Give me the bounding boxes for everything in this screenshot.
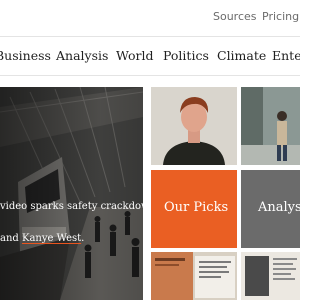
document-story-tile[interactable]	[151, 252, 237, 300]
analysis-label: Analys	[258, 200, 300, 215]
document-collage-image	[151, 252, 237, 300]
hero-headline-line-2[interactable]: and Kanye West.	[0, 233, 84, 244]
our-picks-label: Our Picks	[164, 200, 229, 215]
top-utility-bar: Sources Pricing	[0, 0, 300, 36]
hero-text-suffix: .	[81, 233, 85, 244]
analysis-tile[interactable]: Analys	[241, 170, 300, 248]
our-picks-tile[interactable]: Our Picks	[151, 170, 237, 248]
nav-item-world[interactable]: World	[116, 48, 154, 63]
person-story-tile[interactable]	[151, 87, 237, 165]
nav-item-analysis[interactable]: Analysis	[56, 48, 108, 63]
hero-headline-line-1[interactable]: video sparks safety crackdown	[0, 201, 143, 212]
newspaper-image	[241, 252, 300, 300]
nav-item-climate[interactable]: Climate	[217, 48, 266, 63]
street-story-tile[interactable]	[241, 87, 300, 165]
hero-shade-overlay	[0, 87, 143, 300]
pricing-link[interactable]: Pricing	[262, 10, 299, 23]
kanye-west-link[interactable]: Kanye West	[22, 233, 81, 244]
hero-story[interactable]: video sparks safety crackdown and Kanye …	[0, 87, 143, 300]
street-scene-image	[241, 87, 300, 165]
nav-divider	[0, 75, 300, 76]
hero-text-prefix: and	[0, 233, 22, 244]
nav-item-politics[interactable]: Politics	[163, 48, 209, 63]
nav-item-entertainment[interactable]: Enter	[272, 48, 300, 63]
sources-link[interactable]: Sources	[213, 10, 257, 23]
nav-item-business[interactable]: Business	[0, 48, 51, 63]
section-nav: Business Analysis World Politics Climate…	[0, 37, 300, 75]
person-portrait-image	[151, 87, 237, 165]
newspaper-story-tile[interactable]	[241, 252, 300, 300]
